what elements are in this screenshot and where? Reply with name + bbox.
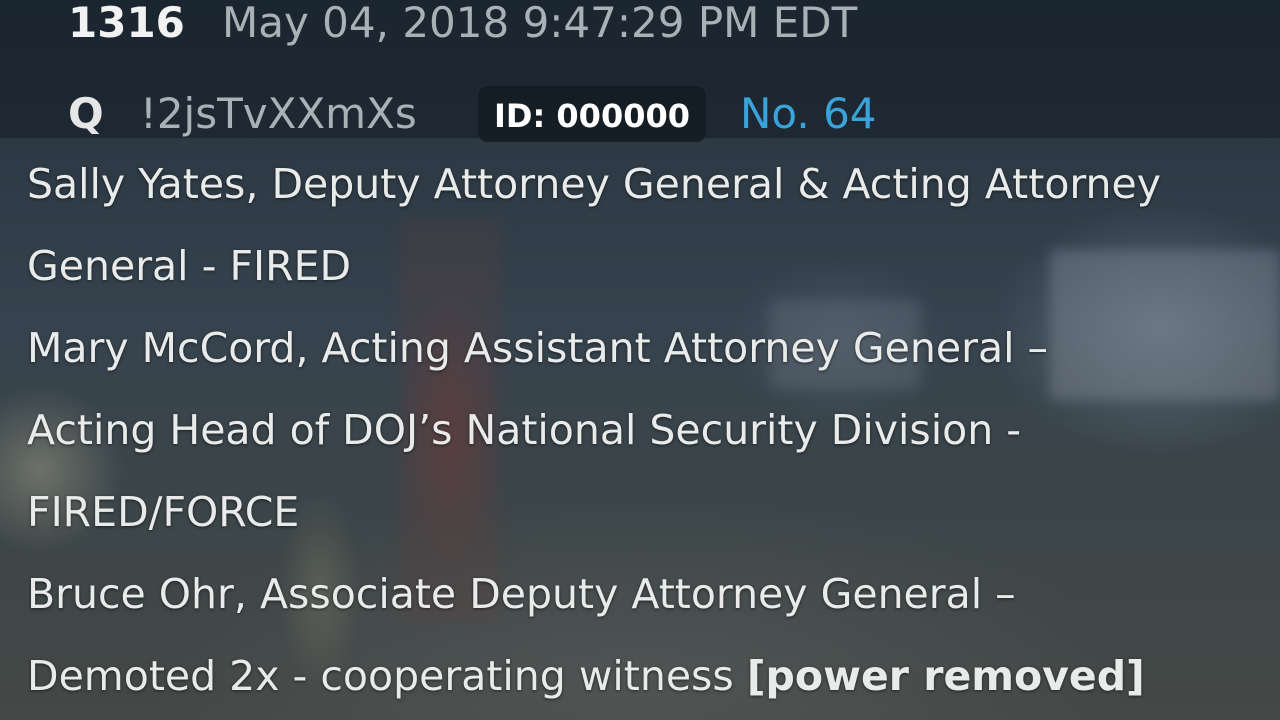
post-body-bold-text: [power removed]	[746, 652, 1145, 700]
post-body-line: General - FIRED	[27, 242, 352, 290]
post-timestamp: May 04, 2018 9:47:29 PM EDT	[222, 0, 858, 47]
post-body-line: Bruce Ohr, Associate Deputy Attorney Gen…	[27, 570, 1016, 618]
post-body: Sally Yates, Deputy Attorney General & A…	[27, 143, 1267, 717]
post-number-link[interactable]: No. 64	[740, 88, 877, 140]
post-body-line: Sally Yates, Deputy Attorney General & A…	[27, 160, 1162, 208]
post-number: 1316	[68, 0, 185, 47]
post-body-line-text: Demoted 2x - cooperating witness	[27, 652, 747, 700]
author-tripcode: !2jsTvXXmXs	[140, 89, 417, 138]
post-body-line: Mary McCord, Acting Assistant Attorney G…	[27, 324, 1049, 372]
post-body-line: Acting Head of DOJ’s National Security D…	[27, 406, 1022, 454]
post-body-last-line: Demoted 2x - cooperating witness [power …	[27, 635, 1267, 717]
poster-id-badge: ID: 000000	[478, 86, 706, 142]
post-body-line: FIRED/FORCE	[27, 488, 300, 536]
author-name: Q	[68, 89, 104, 138]
post-header: 1316 May 04, 2018 9:47:29 PM EDT Q !2jsT…	[0, 0, 1280, 142]
